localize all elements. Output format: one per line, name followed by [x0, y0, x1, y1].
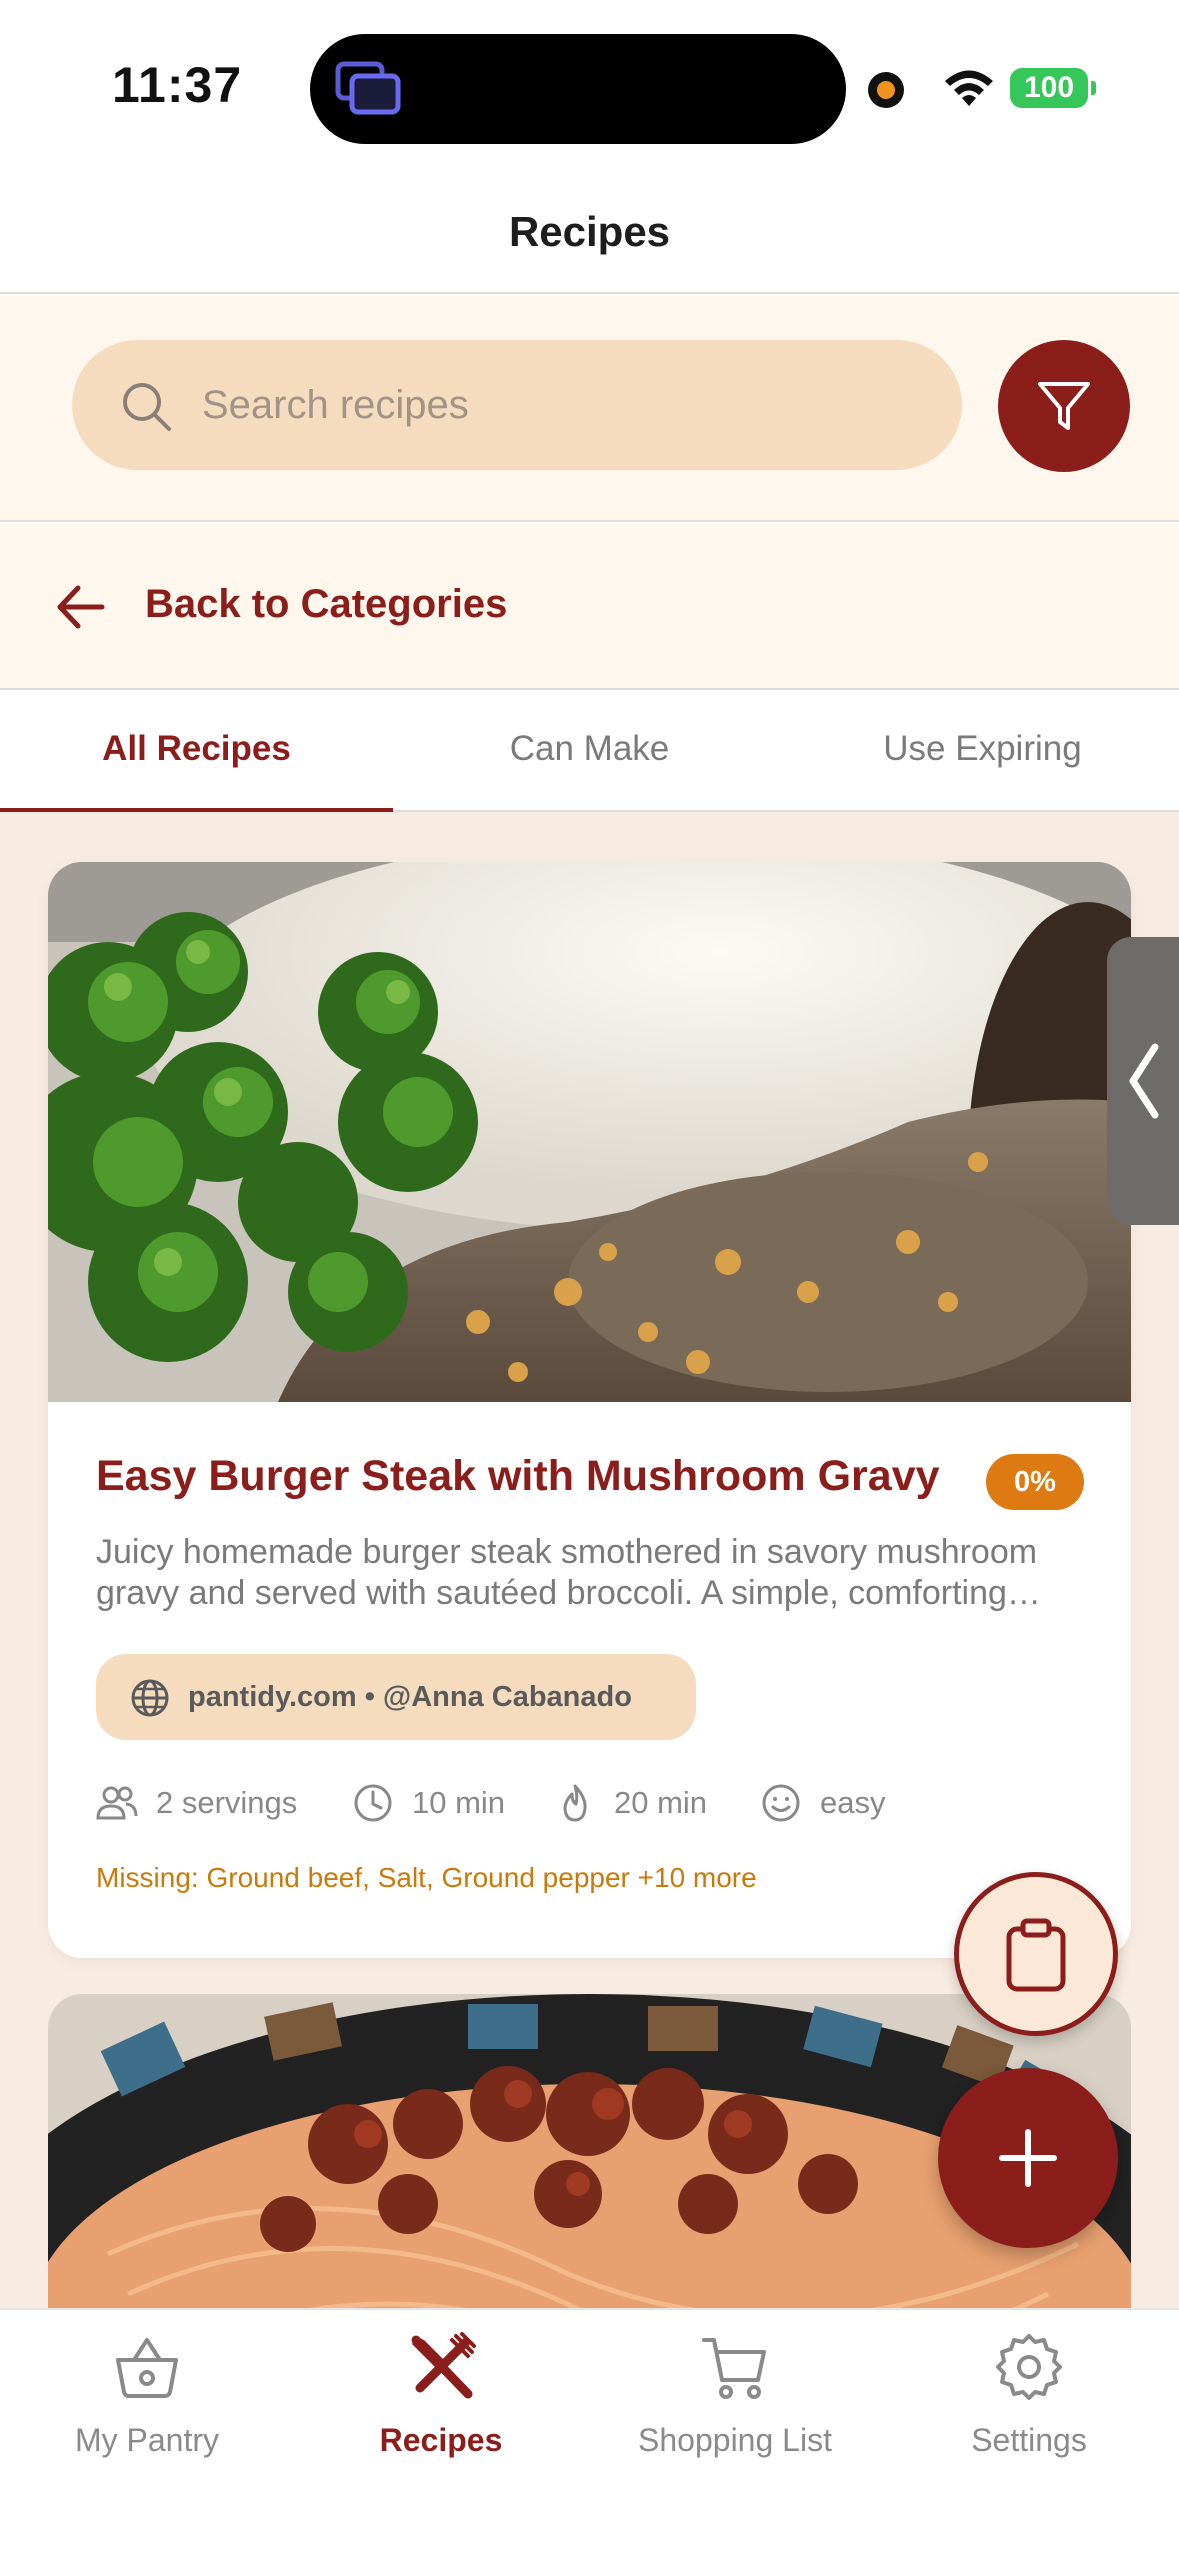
tab-shopping-list[interactable]: Shopping List [588, 2310, 882, 2510]
cook-time-text: 20 min [614, 1785, 708, 1820]
tab-all-recipes[interactable]: All Recipes [0, 690, 393, 814]
gear-icon [996, 2334, 1062, 2400]
navigation-bar: Recipes [0, 160, 1179, 294]
camera-indicator-icon [868, 72, 904, 108]
tab-label: Use Expiring [883, 729, 1082, 768]
tab-settings[interactable]: Settings [882, 2310, 1176, 2510]
search-icon [123, 383, 171, 431]
servings-text: 2 servings [156, 1785, 298, 1820]
flame-icon [563, 1784, 587, 1822]
screen-mirror-icon [335, 61, 401, 115]
tab-label: Shopping List [638, 2422, 832, 2458]
recipe-meta: 2 servings 10 min 20 min easy [96, 1772, 1096, 1832]
arrow-left-icon [57, 585, 105, 629]
people-icon [96, 1786, 138, 1820]
tab-my-pantry[interactable]: My Pantry [0, 2310, 294, 2510]
status-time: 11:37 [112, 57, 243, 113]
recipe-source-link[interactable]: pantidy.com • @Anna Cabanado [96, 1654, 696, 1740]
match-percentage-badge: 0% [986, 1454, 1084, 1510]
page-title: Recipes [508, 208, 671, 255]
back-label: Back to Categories [145, 582, 508, 626]
search-box[interactable] [72, 340, 962, 470]
status-bar: 11:37 100 [0, 0, 1179, 160]
tab-label: All Recipes [102, 729, 291, 768]
clipboard-button[interactable] [954, 1872, 1118, 2036]
tab-label: Recipes [379, 2422, 503, 2458]
search-area [0, 296, 1179, 522]
wifi-icon [945, 70, 993, 106]
dynamic-island [310, 34, 846, 144]
recipe-filter-tabs: All Recipes Can Make Use Expiring [0, 690, 1179, 814]
plus-icon [999, 2129, 1057, 2187]
recipe-description: Juicy homemade burger steak smothered in… [96, 1533, 1038, 1612]
add-recipe-button[interactable] [938, 2068, 1118, 2248]
clock-icon [354, 1784, 392, 1822]
tab-recipes[interactable]: Recipes [294, 2310, 588, 2510]
chevron-left-icon [1129, 1043, 1159, 1119]
filter-icon [1038, 382, 1090, 430]
utensils-icon [411, 2332, 476, 2399]
recipe-image [48, 862, 1131, 1402]
search-input[interactable] [202, 340, 942, 470]
tab-label: My Pantry [74, 2422, 220, 2458]
filter-button[interactable] [998, 340, 1130, 472]
prep-time-text: 10 min [412, 1785, 506, 1820]
smile-icon [762, 1784, 800, 1822]
cart-icon [702, 2338, 766, 2399]
recipe-title: Easy Burger Steak with Mushroom Gravy [96, 1452, 940, 1500]
tab-label: Settings [971, 2422, 1087, 2458]
tab-can-make[interactable]: Can Make [393, 690, 786, 812]
battery-icon: 100 [1010, 68, 1096, 108]
tab-use-expiring[interactable]: Use Expiring [786, 690, 1179, 812]
source-text: pantidy.com • @Anna Cabanado [188, 1681, 632, 1713]
tab-label: Can Make [509, 729, 670, 768]
back-to-categories-button[interactable]: Back to Categories [0, 524, 1179, 690]
recipe-card[interactable]: Easy Burger Steak with Mushroom Gravy 0%… [48, 862, 1131, 1958]
globe-icon [131, 1679, 169, 1717]
side-drawer-handle[interactable] [1107, 937, 1179, 1225]
difficulty-text: easy [820, 1785, 886, 1820]
basket-icon [116, 2338, 178, 2398]
bottom-tab-bar: My Pantry Recipes Shopping List Settings [0, 2308, 1179, 2556]
clipboard-icon [1006, 1918, 1066, 1992]
missing-ingredients: Missing: Ground beef, Salt, Ground peppe… [96, 1862, 757, 1893]
